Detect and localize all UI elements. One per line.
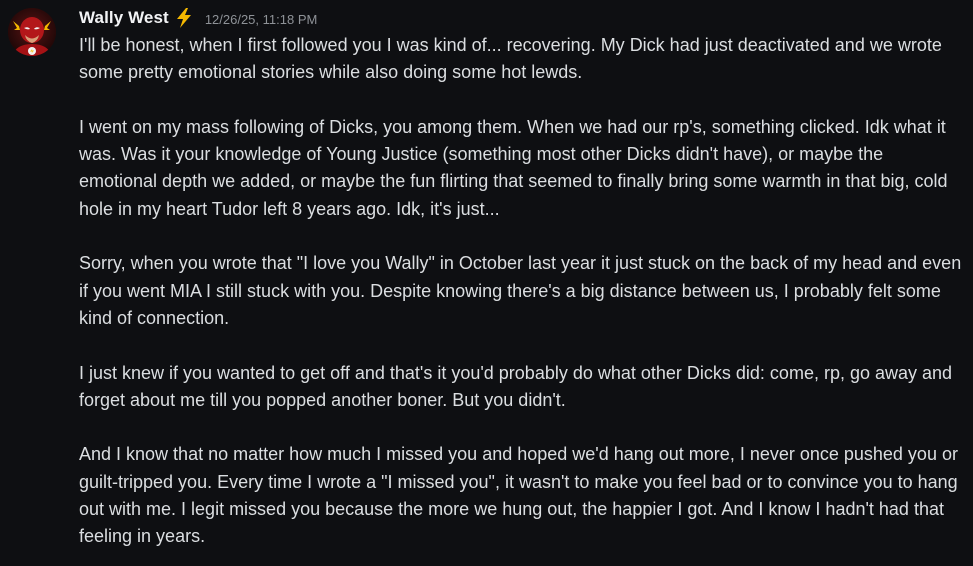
message-timestamp[interactable]: 12/26/25, 11:18 PM [205,12,318,27]
message-paragraph: I went on my mass following of Dicks, yo… [79,116,948,219]
message-paragraph: Sorry, when you wrote that "I love you W… [79,253,962,328]
message-paragraph: I just knew if you wanted to get off and… [79,362,953,410]
lightning-bolt-icon [175,8,193,28]
chat-message: Wally West 12/26/25, 11:18 PM I'll be ho… [0,0,973,566]
message-content: I'll be honest, when I first followed yo… [79,32,965,551]
message-paragraph: And I know that no matter how much I mis… [79,444,958,547]
flash-avatar-icon[interactable] [8,8,56,56]
message-paragraph: I'll be honest, when I first followed yo… [79,35,942,83]
username[interactable]: Wally West [79,8,169,28]
message-header: Wally West 12/26/25, 11:18 PM [79,6,317,30]
